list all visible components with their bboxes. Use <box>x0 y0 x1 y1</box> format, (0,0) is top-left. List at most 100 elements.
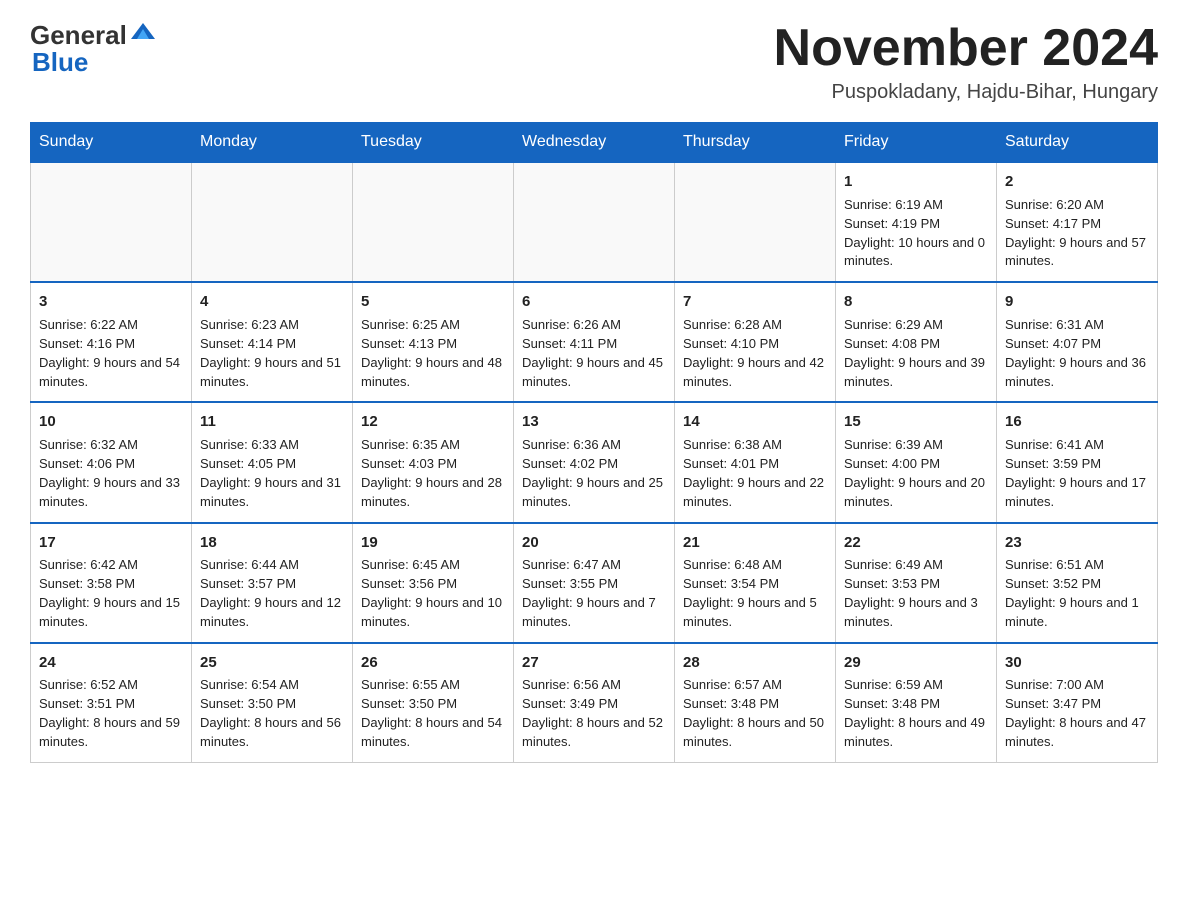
day-number: 8 <box>844 291 988 313</box>
daylight-text: Daylight: 9 hours and 28 minutes. <box>361 475 502 509</box>
sunset-text: Sunset: 3:55 PM <box>522 576 618 591</box>
daylight-text: Daylight: 9 hours and 25 minutes. <box>522 475 663 509</box>
calendar-week-row: 10Sunrise: 6:32 AMSunset: 4:06 PMDayligh… <box>31 402 1158 522</box>
calendar-cell: 16Sunrise: 6:41 AMSunset: 3:59 PMDayligh… <box>997 402 1158 522</box>
sunset-text: Sunset: 4:01 PM <box>683 456 779 471</box>
month-title: November 2024 <box>774 20 1158 77</box>
calendar-cell: 18Sunrise: 6:44 AMSunset: 3:57 PMDayligh… <box>192 523 353 643</box>
calendar-cell <box>353 162 514 282</box>
daylight-text: Daylight: 8 hours and 56 minutes. <box>200 715 341 749</box>
page-header: General Blue November 2024 Puspokladany,… <box>30 20 1158 104</box>
calendar-cell: 9Sunrise: 6:31 AMSunset: 4:07 PMDaylight… <box>997 282 1158 402</box>
day-number: 26 <box>361 652 505 674</box>
sunrise-text: Sunrise: 6:57 AM <box>683 677 782 692</box>
daylight-text: Daylight: 9 hours and 48 minutes. <box>361 355 502 389</box>
sunrise-text: Sunrise: 6:42 AM <box>39 557 138 572</box>
day-number: 14 <box>683 411 827 433</box>
sunset-text: Sunset: 3:53 PM <box>844 576 940 591</box>
sunrise-text: Sunrise: 7:00 AM <box>1005 677 1104 692</box>
calendar-cell: 28Sunrise: 6:57 AMSunset: 3:48 PMDayligh… <box>675 643 836 763</box>
sunrise-text: Sunrise: 6:49 AM <box>844 557 943 572</box>
daylight-text: Daylight: 9 hours and 7 minutes. <box>522 595 656 629</box>
sunset-text: Sunset: 4:03 PM <box>361 456 457 471</box>
daylight-text: Daylight: 9 hours and 1 minute. <box>1005 595 1139 629</box>
sunset-text: Sunset: 4:02 PM <box>522 456 618 471</box>
daylight-text: Daylight: 9 hours and 3 minutes. <box>844 595 978 629</box>
day-number: 23 <box>1005 532 1149 554</box>
calendar-cell: 14Sunrise: 6:38 AMSunset: 4:01 PMDayligh… <box>675 402 836 522</box>
sunset-text: Sunset: 3:52 PM <box>1005 576 1101 591</box>
calendar-cell: 5Sunrise: 6:25 AMSunset: 4:13 PMDaylight… <box>353 282 514 402</box>
sunset-text: Sunset: 4:06 PM <box>39 456 135 471</box>
day-of-week-header: Monday <box>192 123 353 163</box>
sunrise-text: Sunrise: 6:22 AM <box>39 317 138 332</box>
daylight-text: Daylight: 9 hours and 51 minutes. <box>200 355 341 389</box>
day-number: 2 <box>1005 171 1149 193</box>
sunrise-text: Sunrise: 6:33 AM <box>200 437 299 452</box>
calendar-cell <box>514 162 675 282</box>
daylight-text: Daylight: 9 hours and 12 minutes. <box>200 595 341 629</box>
calendar-cell: 15Sunrise: 6:39 AMSunset: 4:00 PMDayligh… <box>836 402 997 522</box>
calendar-cell: 12Sunrise: 6:35 AMSunset: 4:03 PMDayligh… <box>353 402 514 522</box>
day-number: 11 <box>200 411 344 433</box>
calendar-cell <box>192 162 353 282</box>
sunset-text: Sunset: 4:00 PM <box>844 456 940 471</box>
day-number: 21 <box>683 532 827 554</box>
sunrise-text: Sunrise: 6:26 AM <box>522 317 621 332</box>
day-of-week-header: Friday <box>836 123 997 163</box>
day-number: 22 <box>844 532 988 554</box>
day-number: 24 <box>39 652 183 674</box>
daylight-text: Daylight: 9 hours and 33 minutes. <box>39 475 180 509</box>
sunrise-text: Sunrise: 6:35 AM <box>361 437 460 452</box>
day-of-week-header: Thursday <box>675 123 836 163</box>
sunrise-text: Sunrise: 6:25 AM <box>361 317 460 332</box>
sunrise-text: Sunrise: 6:20 AM <box>1005 197 1104 212</box>
sunrise-text: Sunrise: 6:31 AM <box>1005 317 1104 332</box>
daylight-text: Daylight: 9 hours and 57 minutes. <box>1005 235 1146 269</box>
calendar-cell: 20Sunrise: 6:47 AMSunset: 3:55 PMDayligh… <box>514 523 675 643</box>
daylight-text: Daylight: 9 hours and 10 minutes. <box>361 595 502 629</box>
sunset-text: Sunset: 3:50 PM <box>200 696 296 711</box>
day-number: 9 <box>1005 291 1149 313</box>
day-number: 1 <box>844 171 988 193</box>
day-number: 18 <box>200 532 344 554</box>
sunset-text: Sunset: 4:16 PM <box>39 336 135 351</box>
daylight-text: Daylight: 8 hours and 47 minutes. <box>1005 715 1146 749</box>
calendar-cell: 8Sunrise: 6:29 AMSunset: 4:08 PMDaylight… <box>836 282 997 402</box>
calendar-cell: 25Sunrise: 6:54 AMSunset: 3:50 PMDayligh… <box>192 643 353 763</box>
calendar-cell: 3Sunrise: 6:22 AMSunset: 4:16 PMDaylight… <box>31 282 192 402</box>
sunrise-text: Sunrise: 6:59 AM <box>844 677 943 692</box>
calendar-cell: 27Sunrise: 6:56 AMSunset: 3:49 PMDayligh… <box>514 643 675 763</box>
sunset-text: Sunset: 3:56 PM <box>361 576 457 591</box>
day-number: 29 <box>844 652 988 674</box>
sunrise-text: Sunrise: 6:52 AM <box>39 677 138 692</box>
calendar-cell: 21Sunrise: 6:48 AMSunset: 3:54 PMDayligh… <box>675 523 836 643</box>
day-number: 13 <box>522 411 666 433</box>
sunrise-text: Sunrise: 6:55 AM <box>361 677 460 692</box>
day-number: 30 <box>1005 652 1149 674</box>
calendar-cell: 6Sunrise: 6:26 AMSunset: 4:11 PMDaylight… <box>514 282 675 402</box>
sunrise-text: Sunrise: 6:48 AM <box>683 557 782 572</box>
day-number: 7 <box>683 291 827 313</box>
calendar-cell <box>31 162 192 282</box>
sunset-text: Sunset: 3:48 PM <box>844 696 940 711</box>
daylight-text: Daylight: 8 hours and 49 minutes. <box>844 715 985 749</box>
sunrise-text: Sunrise: 6:23 AM <box>200 317 299 332</box>
logo-icon <box>129 17 157 45</box>
sunset-text: Sunset: 3:48 PM <box>683 696 779 711</box>
sunrise-text: Sunrise: 6:29 AM <box>844 317 943 332</box>
sunset-text: Sunset: 3:59 PM <box>1005 456 1101 471</box>
day-number: 27 <box>522 652 666 674</box>
day-number: 16 <box>1005 411 1149 433</box>
daylight-text: Daylight: 8 hours and 50 minutes. <box>683 715 824 749</box>
calendar-table: SundayMondayTuesdayWednesdayThursdayFrid… <box>30 122 1158 763</box>
calendar-week-row: 24Sunrise: 6:52 AMSunset: 3:51 PMDayligh… <box>31 643 1158 763</box>
sunrise-text: Sunrise: 6:44 AM <box>200 557 299 572</box>
days-of-week-row: SundayMondayTuesdayWednesdayThursdayFrid… <box>31 123 1158 163</box>
calendar-cell: 7Sunrise: 6:28 AMSunset: 4:10 PMDaylight… <box>675 282 836 402</box>
day-number: 5 <box>361 291 505 313</box>
sunrise-text: Sunrise: 6:45 AM <box>361 557 460 572</box>
day-of-week-header: Saturday <box>997 123 1158 163</box>
logo-blue-text: Blue <box>32 47 88 78</box>
sunset-text: Sunset: 3:54 PM <box>683 576 779 591</box>
